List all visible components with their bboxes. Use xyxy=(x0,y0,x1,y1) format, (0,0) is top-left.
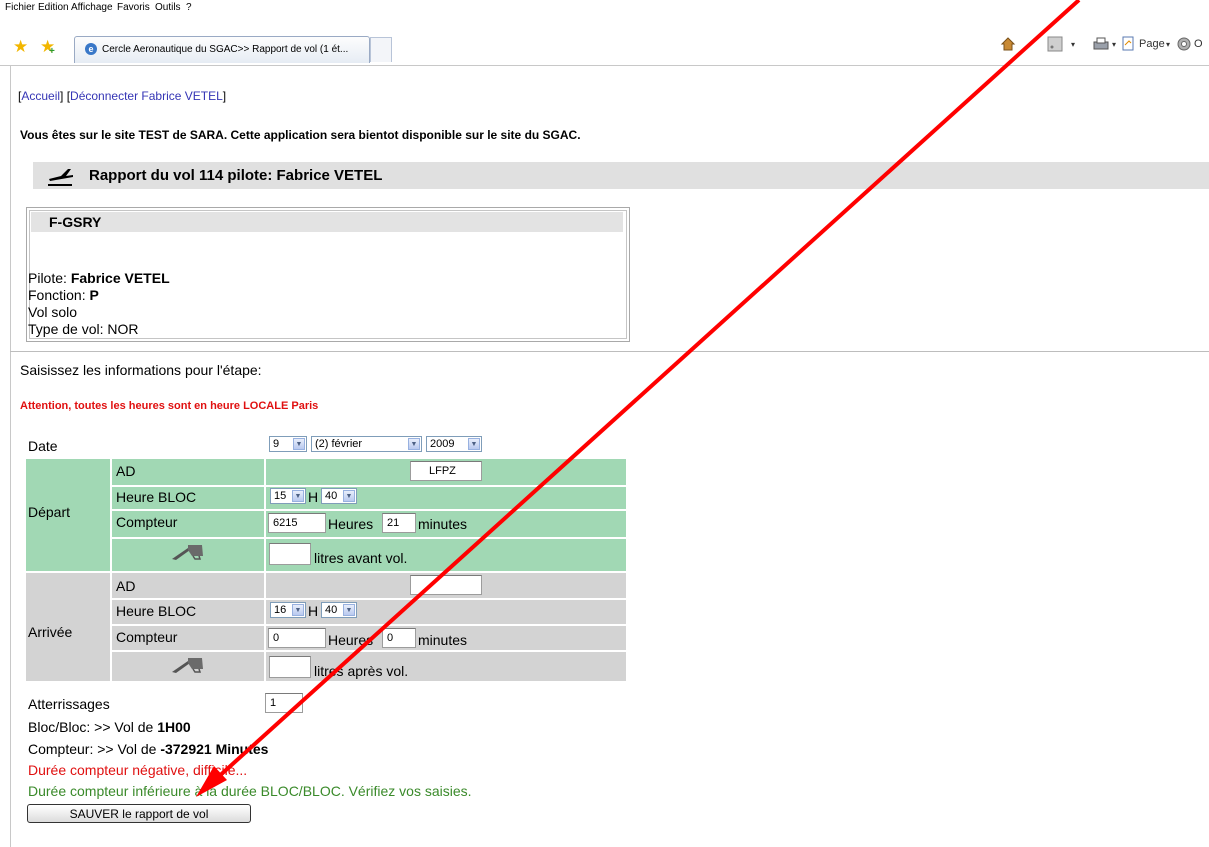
print-icon[interactable] xyxy=(1092,36,1110,55)
tools-gear-icon[interactable] xyxy=(1176,36,1192,55)
report-title: Rapport du vol 114 pilote: Fabrice VETEL xyxy=(89,167,383,184)
report-title-bar: Rapport du vol 114 pilote: Fabrice VETEL xyxy=(33,162,1209,189)
page-menu-icon[interactable] xyxy=(1121,36,1135,55)
depart-fuel-label: litres avant vol. xyxy=(314,550,408,566)
depart-compteur-hours-input[interactable]: 6215 xyxy=(268,513,326,533)
landings-input[interactable]: 1 xyxy=(265,693,303,713)
depart-bloc-label: Heure BLOC xyxy=(116,489,197,505)
arrivee-heures-label: Heures xyxy=(328,632,374,648)
depart-minutes-label: minutes xyxy=(418,516,468,532)
solo-line: Vol solo xyxy=(28,304,78,320)
arrivee-ad-label: AD xyxy=(116,578,136,594)
local-time-warning: Attention, toutes les heures sont en heu… xyxy=(20,400,319,412)
print-dropdown-icon[interactable]: ▾ xyxy=(1112,40,1116,49)
chevron-down-icon: ▼ xyxy=(408,438,420,450)
arrivee-h-sep: H xyxy=(308,603,319,619)
date-label: Date xyxy=(28,438,58,454)
error-negative: Durée compteur négative, difficile... xyxy=(28,762,248,778)
menu-fichier[interactable]: Fichier xyxy=(5,2,35,13)
function-line: Fonction: P xyxy=(28,287,99,303)
arrivee-label: Arrivée xyxy=(28,624,73,640)
menu-edition[interactable]: Edition xyxy=(38,2,69,13)
chevron-down-icon: ▼ xyxy=(343,604,355,616)
chevron-down-icon: ▼ xyxy=(468,438,480,450)
menu-outils[interactable]: Outils xyxy=(155,2,181,13)
new-tab-button[interactable] xyxy=(370,37,392,62)
browser-tab-active[interactable]: e Cercle Aeronautique du SGAC>> Rapport … xyxy=(74,36,370,63)
arrivee-bloc-label: Heure BLOC xyxy=(116,603,197,619)
function-value: P xyxy=(89,287,99,303)
depart-compteur-minutes-input[interactable]: 21 xyxy=(382,513,416,533)
add-favorite-icon[interactable]: ★ + xyxy=(40,38,55,57)
arrivee-compteur-hours-input[interactable]: 0 xyxy=(268,628,326,648)
separator xyxy=(10,351,1209,352)
compteur-value: -372921 Minutes xyxy=(160,741,269,757)
depart-fuel-input[interactable] xyxy=(269,543,311,565)
page-menu-label[interactable]: Page xyxy=(1139,38,1165,50)
feeds-dropdown-icon[interactable]: ▾ xyxy=(1071,40,1075,49)
pilot-name: Fabrice VETEL xyxy=(70,270,170,286)
arrivee-bloc-min-select[interactable]: 40 ▼ xyxy=(321,602,357,618)
fuel-nozzle-icon xyxy=(172,545,203,560)
bloc-bloc-result: Bloc/Bloc: >> Vol de 1H00 xyxy=(28,719,191,735)
tab-title: Cercle Aeronautique du SGAC>> Rapport de… xyxy=(102,44,349,55)
feeds-icon[interactable] xyxy=(1047,36,1063,55)
arrivee-compteur-label: Compteur xyxy=(116,629,178,645)
date-month-select[interactable]: (2) février ▼ xyxy=(311,436,422,452)
arrivee-ad-input[interactable] xyxy=(410,575,482,595)
arrivee-bloc-hour-select[interactable]: 16 ▼ xyxy=(270,602,306,618)
bloc-bloc-value: 1H00 xyxy=(157,719,191,735)
menu-help[interactable]: ? xyxy=(186,2,192,13)
fuel-nozzle-icon xyxy=(172,658,203,673)
compteur-result: Compteur: >> Vol de -372921 Minutes xyxy=(28,741,269,757)
menu-affichage[interactable]: Affichage xyxy=(71,2,113,13)
depart-bloc-hour-select[interactable]: 15 ▼ xyxy=(270,488,306,504)
depart-compteur-label: Compteur xyxy=(116,514,178,530)
menu-favoris[interactable]: Favoris xyxy=(117,2,150,13)
pilot-line: Pilote: Fabrice VETEL xyxy=(28,270,170,286)
chevron-down-icon: ▼ xyxy=(292,490,304,502)
home-icon[interactable] xyxy=(1000,36,1016,55)
browser-menubar: Fichier Edition Affichage Favoris Outils… xyxy=(0,0,1209,16)
arrivee-fuel-input[interactable] xyxy=(269,656,311,678)
instructions: Saisissez les informations pour l'étape: xyxy=(20,362,262,378)
flight-type-line: Type de vol: NOR xyxy=(28,321,139,337)
depart-ad-label: AD xyxy=(116,463,136,479)
arrivee-fuel-label: litres après vol. xyxy=(314,663,409,679)
landings-label: Atterrissages xyxy=(28,696,110,712)
depart-heures-label: Heures xyxy=(328,516,374,532)
aircraft-registration: F-GSRY xyxy=(49,214,102,230)
test-site-notice: Vous êtes sur le site TEST de SARA. Cett… xyxy=(20,128,581,142)
page-dropdown-icon[interactable]: ▾ xyxy=(1166,40,1170,49)
link-deconnecter[interactable]: Déconnecter Fabrice VETEL xyxy=(70,89,223,103)
save-report-button[interactable]: SAUVER le rapport de vol xyxy=(27,804,251,823)
date-day-select[interactable]: 9 ▼ xyxy=(269,436,307,452)
arrivee-compteur-minutes-input[interactable]: 0 xyxy=(382,628,416,648)
date-year-select[interactable]: 2009 ▼ xyxy=(426,436,482,452)
favorites-star-icon[interactable]: ★ xyxy=(13,38,28,55)
depart-ad-input[interactable]: LFPZ xyxy=(410,461,482,481)
link-accueil[interactable]: Accueil xyxy=(21,89,60,103)
chevron-down-icon: ▼ xyxy=(292,604,304,616)
plane-icon xyxy=(48,169,73,186)
error-inferior: Durée compteur inférieure à la durée BLO… xyxy=(28,783,472,799)
depart-h-sep: H xyxy=(308,489,319,505)
depart-bloc-min-select[interactable]: 40 ▼ xyxy=(321,488,357,504)
depart-label: Départ xyxy=(28,504,71,520)
ie-icon: e xyxy=(85,43,97,55)
nav-links: [Accueil] [Déconnecter Fabrice VETEL] xyxy=(18,89,227,103)
tools-menu-label[interactable]: O xyxy=(1194,38,1203,50)
arrivee-minutes-label: minutes xyxy=(418,632,468,648)
chevron-down-icon: ▼ xyxy=(293,438,305,450)
chevron-down-icon: ▼ xyxy=(343,490,355,502)
